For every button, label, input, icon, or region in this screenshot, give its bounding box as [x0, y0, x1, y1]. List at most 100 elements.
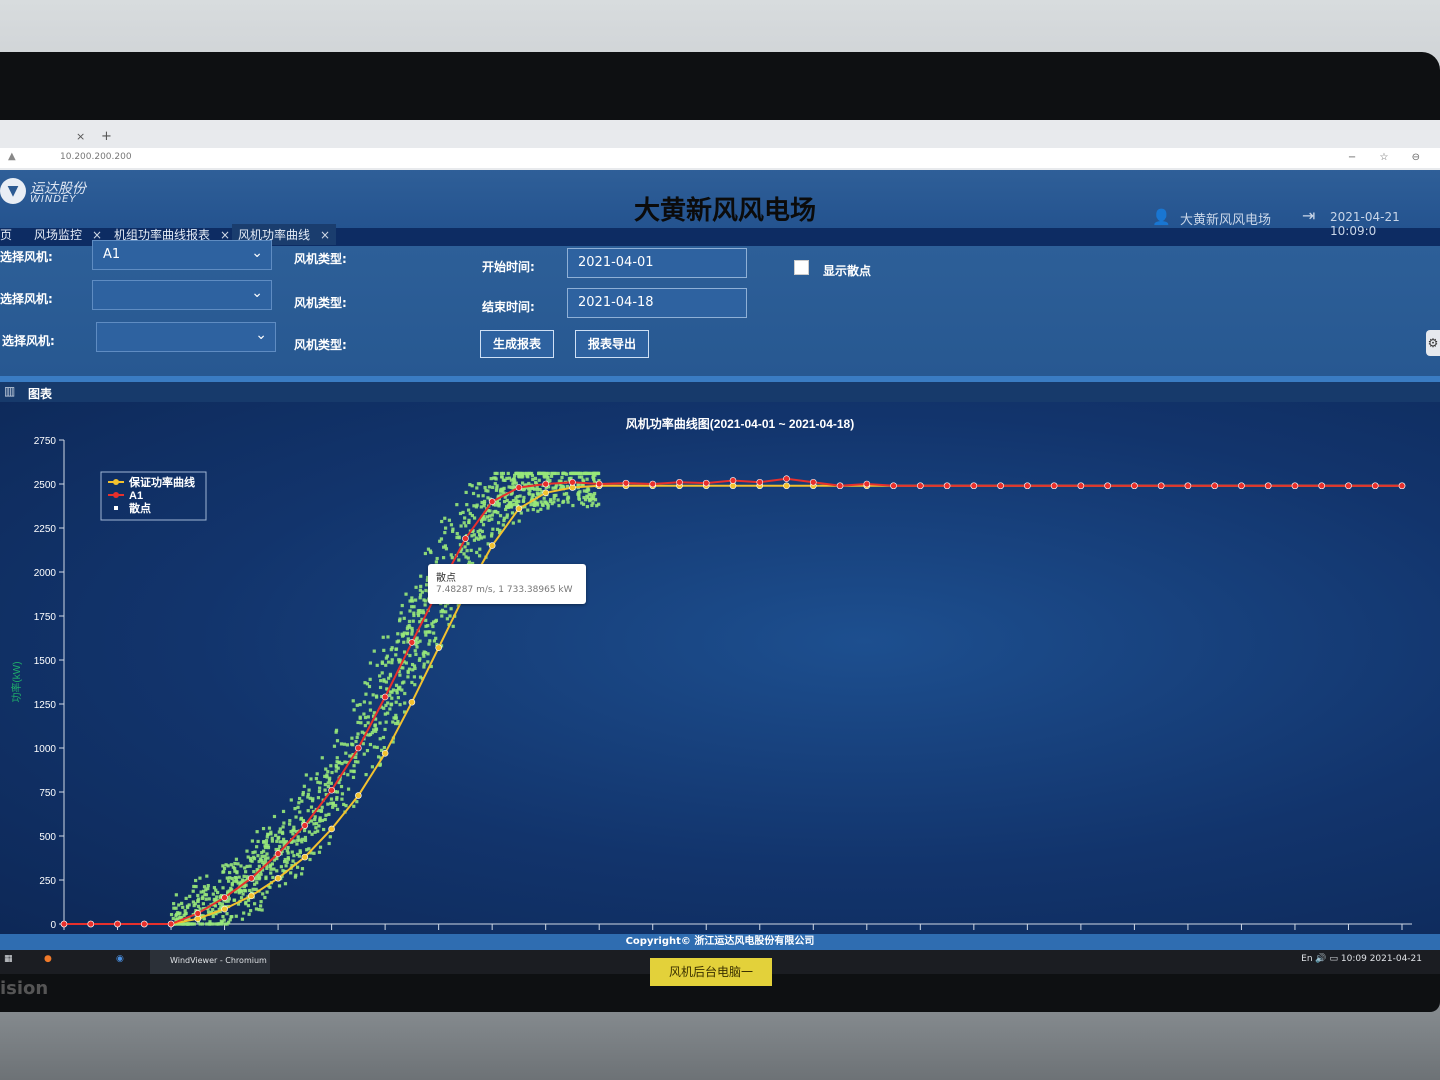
chart-area: 风机功率曲线图(2021-04-01 ~ 2021-04-18) 0 250 500… [0, 402, 1440, 934]
series-point-1 [140, 920, 148, 928]
firefox-icon[interactable]: ● [44, 954, 52, 964]
scatter-point [325, 773, 329, 777]
scatter-point [278, 840, 282, 844]
scatter-point [481, 523, 486, 527]
tab-home[interactable]: 页 [0, 226, 12, 243]
scatter-point [283, 882, 288, 886]
power-curve-chart[interactable]: 风机功率曲线图(2021-04-01 ~ 2021-04-18) 0 250 500… [0, 402, 1440, 934]
scatter-point [340, 792, 345, 796]
scatter-point [274, 833, 278, 837]
legend-label: 保证功率曲线 [128, 475, 195, 489]
tray-language[interactable]: En [1301, 954, 1312, 964]
chromium-icon[interactable]: ◉ [116, 954, 124, 964]
scatter-point [236, 862, 240, 866]
scatter-point [351, 699, 355, 703]
scatter-point [232, 898, 237, 902]
start-icon[interactable]: ▦ [4, 954, 13, 964]
scatter-point [451, 529, 455, 533]
scatter-point [527, 481, 531, 486]
scatter-point [412, 611, 416, 615]
series-point-1 [114, 920, 121, 928]
scatter-point [234, 879, 238, 883]
turbine-select-2[interactable]: ⌄ [92, 280, 272, 310]
scatter-point [480, 529, 484, 534]
browser-tab-close-icon[interactable]: × [76, 130, 85, 143]
taskbar-app-windviewer[interactable]: WindViewer - Chromium [150, 950, 270, 974]
network-icon[interactable]: ▭ [1330, 954, 1341, 964]
scatter-point [571, 503, 575, 508]
scatter-point [302, 784, 306, 788]
scatter-point [269, 867, 273, 871]
system-tray[interactable]: En 🔊 ▭ 10:09 2021-04-21 [1301, 954, 1422, 964]
series-point-1 [248, 874, 255, 882]
scatter-point [444, 547, 449, 551]
scatter-point [184, 896, 188, 900]
scatter-point [490, 517, 494, 521]
turbine-select-3[interactable]: ⌄ [96, 322, 276, 352]
scatter-point [457, 558, 461, 562]
scatter-point [592, 474, 596, 478]
settings-gear-icon[interactable]: ⚙ [1426, 330, 1440, 356]
scatter-point [329, 764, 333, 768]
scatter-point [275, 839, 279, 843]
scatter-point [497, 504, 501, 508]
scatter-point [510, 511, 515, 515]
scatter-point [264, 839, 269, 843]
series-point-1 [1345, 482, 1352, 490]
scatter-point [404, 592, 408, 596]
scatter-point [402, 640, 406, 644]
scatter-point [259, 872, 263, 876]
chevron-down-icon: ⌄ [251, 245, 263, 261]
scatter-point [401, 633, 406, 637]
generate-report-button[interactable]: 生成报表 [480, 330, 554, 358]
scatter-point [233, 861, 237, 866]
scatter-point [410, 632, 414, 636]
series-point-1 [515, 484, 523, 491]
scatter-point [502, 499, 507, 504]
scatter-point [585, 505, 590, 509]
scatter-point [255, 845, 259, 849]
scatter-point [265, 890, 269, 894]
series-point-1 [997, 482, 1004, 490]
scatter-point [223, 922, 228, 926]
scatter-point [278, 844, 282, 849]
scatter-point [368, 732, 373, 736]
scatter-point [462, 521, 466, 525]
start-time-input[interactable]: 2021-04-01 [567, 248, 747, 278]
scatter-point [268, 885, 272, 889]
export-report-button[interactable]: 报表导出 [575, 330, 649, 358]
scatter-point [261, 849, 266, 853]
end-time-input[interactable]: 2021-04-18 [567, 288, 747, 318]
scatter-point [422, 650, 426, 654]
volume-icon[interactable]: 🔊 [1315, 954, 1329, 964]
chart-section-header: ▥ 图表 [0, 382, 1440, 402]
show-scatter-checkbox[interactable] [794, 260, 809, 275]
turbine-select-1[interactable]: A1 ⌄ [92, 240, 272, 270]
scatter-point [269, 871, 273, 875]
scatter-point [259, 900, 263, 904]
tab-close-icon[interactable]: × [320, 228, 330, 242]
scatter-point [551, 486, 555, 490]
scatter-point [314, 776, 318, 781]
scatter-point [314, 826, 318, 830]
scatter-point [506, 471, 510, 476]
scatter-point [442, 545, 446, 549]
scatter-point [427, 642, 431, 646]
tray-time[interactable]: 10:09 [1341, 954, 1367, 964]
scatter-point [362, 712, 366, 716]
scatter-point [288, 819, 292, 823]
scatter-point [239, 864, 243, 868]
tray-date[interactable]: 2021-04-21 [1370, 954, 1422, 964]
scatter-point [239, 889, 244, 893]
scatter-point [256, 839, 260, 844]
browser-toolbar-icons[interactable]: − ☆ ⊖ [1348, 152, 1430, 163]
scatter-point [449, 523, 454, 527]
address-url[interactable]: 10.200.200.200 [60, 152, 132, 162]
series-point-0 [435, 644, 442, 651]
browser-new-tab-icon[interactable]: + [101, 129, 112, 144]
address-bar[interactable]: ▲ 10.200.200.200 − ☆ ⊖ [0, 148, 1440, 168]
scatter-point [261, 826, 266, 831]
scatter-point [240, 878, 245, 882]
scatter-point [552, 496, 556, 500]
scatter-point [355, 800, 359, 804]
